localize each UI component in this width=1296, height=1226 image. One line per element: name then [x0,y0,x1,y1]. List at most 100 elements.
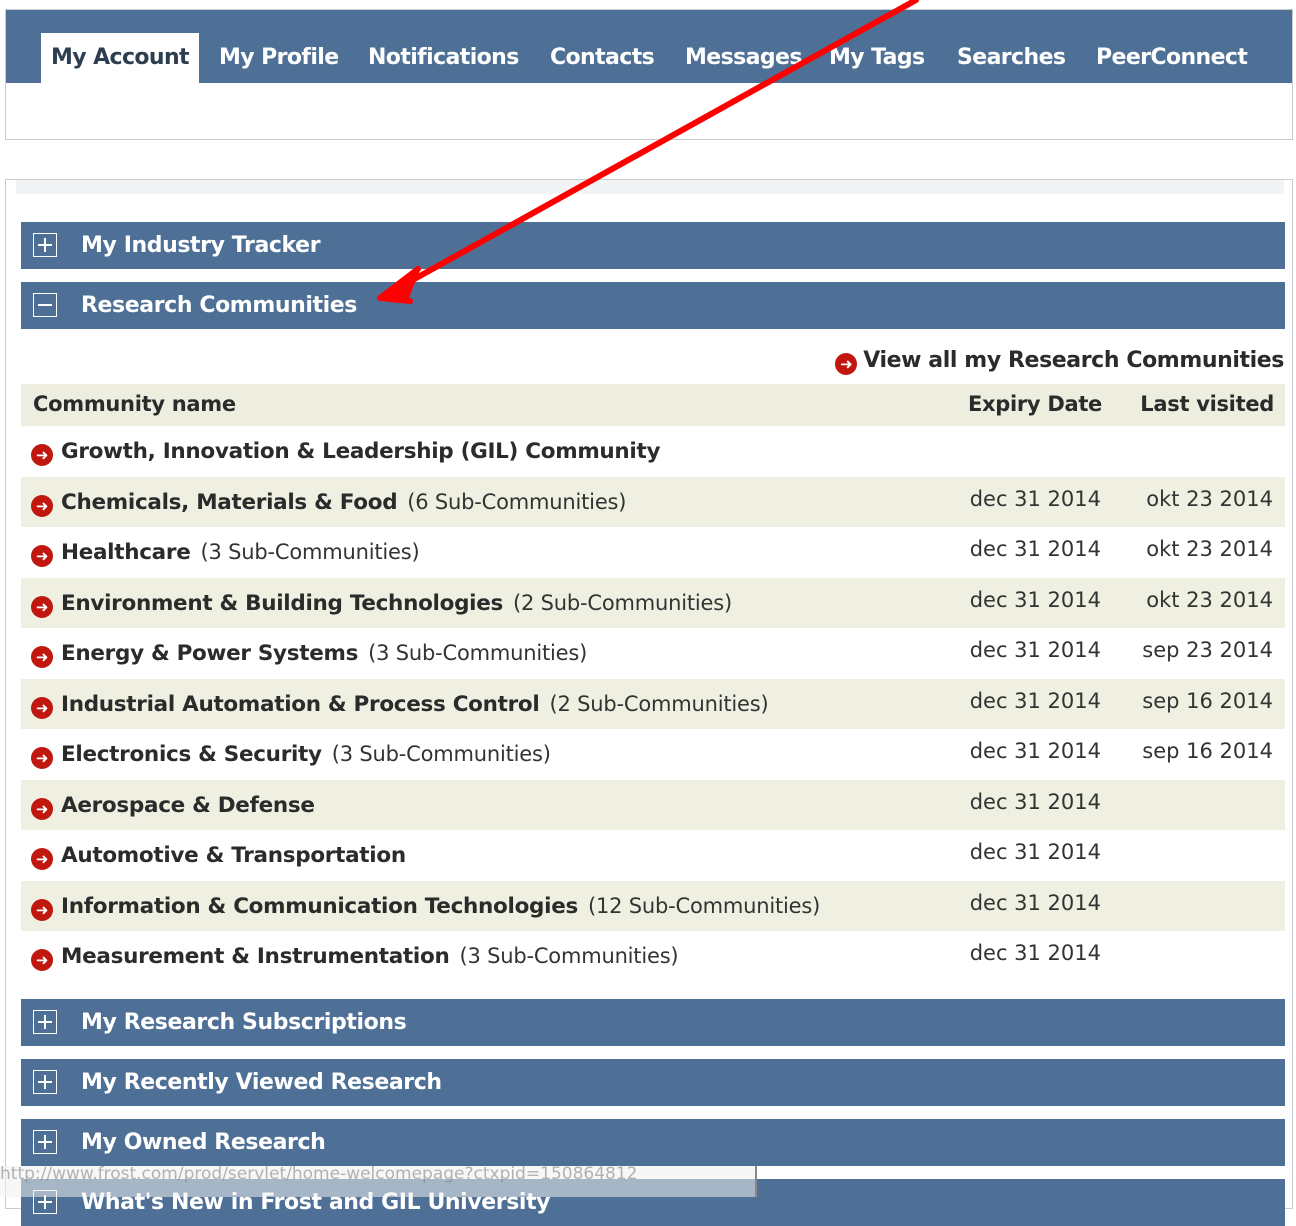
community-name: Industrial Automation & Process Control [61,691,540,717]
table-row: ➜ Aerospace & Defense dec 31 2014 [21,779,1285,830]
community-link[interactable]: ➜ Environment & Building Technologies (2 S… [31,591,732,618]
red-circle-arrow-icon: ➜ [31,696,53,719]
red-circle-arrow-icon: ➜ [31,545,53,567]
community-link[interactable]: ➜ Growth, Innovation & Leadership (GIL) C… [31,439,661,466]
last-visited-date: sep 23 2014 [1142,638,1273,662]
communities-table: Community name Expiry Date Last visited … [21,384,1285,982]
red-circle-arrow-icon: ➜ [835,353,858,375]
red-circle-arrow-icon: ➜ [31,444,53,466]
sub-communities-count: (3 Sub-Communities) [331,742,551,766]
red-circle-arrow-icon: ➜ [31,494,53,517]
red-circle-arrow-icon: ➜ [31,848,53,870]
community-link[interactable]: ➜ Automotive & Transportation [31,843,406,870]
community-name: Aerospace & Defense [61,792,315,818]
community-link[interactable]: ➜ Measurement & Instrumentation (3 Sub-Com… [31,944,679,971]
panel-top-strip [16,180,1284,194]
community-name: Electronics & Security [61,742,322,767]
account-tab-bar: My Account My Profile Notifications Cont… [6,10,1292,83]
community-name: Energy & Power Systems [61,641,359,666]
expiry-date: dec 31 2014 [969,890,1101,915]
community-name: Information & Communication Technologies [61,893,578,919]
last-visited-date: okt 23 2014 [1146,537,1273,561]
section-my-industry-tracker[interactable]: My Industry Tracker [21,222,1285,269]
community-link[interactable]: ➜ Energy & Power Systems (3 Sub-Communitie… [31,641,587,668]
red-circle-arrow-icon: ➜ [31,898,53,921]
tab-my-account[interactable]: My Account [41,33,199,83]
expiry-date: dec 31 2014 [969,587,1101,612]
sub-communities-count: (3 Sub-Communities) [368,641,588,665]
community-link[interactable]: ➜ Industrial Automation & Process Control… [31,691,769,719]
community-link[interactable]: ➜ Chemicals, Materials & Food (6 Sub-Commu… [31,490,626,517]
community-name: Growth, Innovation & Leadership (GIL) Co… [61,439,661,464]
expiry-date: dec 31 2014 [969,941,1101,965]
tab-searches[interactable]: Searches [947,33,1075,83]
tab-my-tags[interactable]: My Tags [819,33,935,83]
sub-communities-count: (2 Sub-Communities) [549,691,769,716]
tab-notifications[interactable]: Notifications [358,33,529,83]
last-visited-date: sep 16 2014 [1142,739,1273,763]
community-link[interactable]: ➜ Healthcare (3 Sub-Communities) [31,540,420,567]
expiry-date: dec 31 2014 [969,789,1101,814]
red-circle-arrow-icon: ➜ [31,747,53,769]
expiry-date: dec 31 2014 [969,638,1101,662]
expiry-date: dec 31 2014 [969,840,1101,864]
red-circle-arrow-icon: ➜ [31,646,53,668]
tab-contacts[interactable]: Contacts [540,33,664,83]
section-title: My Owned Research [81,1130,326,1155]
sub-communities-count: (3 Sub-Communities) [459,944,679,968]
tab-messages[interactable]: Messages [675,33,812,83]
table-row: ➜ Healthcare (3 Sub-Communities) dec 31 201… [21,527,1285,578]
red-circle-arrow-icon: ➜ [31,949,53,971]
table-row: ➜ Measurement & Instrumentation (3 Sub-Com… [21,931,1285,982]
last-visited-date: okt 23 2014 [1146,587,1273,612]
red-circle-arrow-icon: ➜ [31,797,53,820]
table-row: ➜ Automotive & Transportation dec 31 2014 [21,830,1285,881]
table-row: ➜ Energy & Power Systems (3 Sub-Communitie… [21,628,1285,679]
community-link[interactable]: ➜ Aerospace & Defense [31,793,315,820]
table-row: ➜ Chemicals, Materials & Food (6 Sub-Commu… [21,476,1285,527]
sub-communities-count: (3 Sub-Communities) [200,540,420,564]
section-title: My Industry Tracker [81,233,321,258]
table-row: ➜ Growth, Innovation & Leadership (GIL) C… [21,426,1285,477]
table-row: ➜ Electronics & Security (3 Sub-Communitie… [21,729,1285,780]
section-title: My Research Subscriptions [81,1010,407,1035]
section-my-owned-research[interactable]: My Owned Research [21,1119,1285,1166]
sub-communities-count: (12 Sub-Communities) [588,893,821,918]
table-row: ➜ Industrial Automation & Process Control… [21,678,1285,729]
sub-communities-count: (2 Sub-Communities) [513,590,733,615]
account-tab-panel: My Account My Profile Notifications Cont… [5,9,1293,140]
red-circle-arrow-icon: ➜ [31,595,53,618]
community-link[interactable]: ➜ Information & Communication Technologie… [31,894,820,921]
section-research-communities[interactable]: Research Communities [21,282,1285,329]
tab-peerconnect[interactable]: PeerConnect [1086,33,1257,83]
section-my-recently-viewed-research[interactable]: My Recently Viewed Research [21,1059,1285,1106]
last-visited-date: okt 23 2014 [1146,486,1273,511]
tab-my-profile[interactable]: My Profile [209,33,349,83]
table-header: Community name Expiry Date Last visited [21,384,1285,426]
dashboard-panel: My Industry Tracker Research Communities… [5,179,1293,1226]
expiry-date: dec 31 2014 [969,688,1101,713]
expiry-date: dec 31 2014 [969,537,1101,561]
view-all-label: View all my Research Communities [863,348,1284,373]
community-name: Environment & Building Technologies [61,590,504,616]
community-name: Healthcare [61,540,191,565]
expiry-date: dec 31 2014 [969,739,1101,763]
plus-box-icon[interactable] [33,233,57,257]
community-link[interactable]: ➜ Electronics & Security (3 Sub-Communitie… [31,742,551,769]
table-row: ➜ Information & Communication Technologie… [21,880,1285,931]
status-bar-url: http://www.frost.com/prod/servlet/home-w… [0,1166,757,1197]
community-name: Measurement & Instrumentation [61,944,450,969]
table-row: ➜ Environment & Building Technologies (2 S… [21,577,1285,628]
minus-box-icon[interactable] [33,293,57,317]
column-header-last-visited: Last visited [1140,392,1274,416]
column-header-expiry-date: Expiry Date [967,392,1102,416]
sub-communities-count: (6 Sub-Communities) [407,489,627,514]
plus-box-icon[interactable] [33,1070,57,1094]
column-header-community-name: Community name [33,392,236,416]
last-visited-date: sep 16 2014 [1142,688,1273,713]
section-title: Research Communities [81,293,357,318]
view-all-communities-link[interactable]: ➜ View all my Research Communities [835,347,1284,375]
plus-box-icon[interactable] [33,1130,57,1154]
section-my-research-subscriptions[interactable]: My Research Subscriptions [21,999,1285,1046]
plus-box-icon[interactable] [33,1010,57,1034]
